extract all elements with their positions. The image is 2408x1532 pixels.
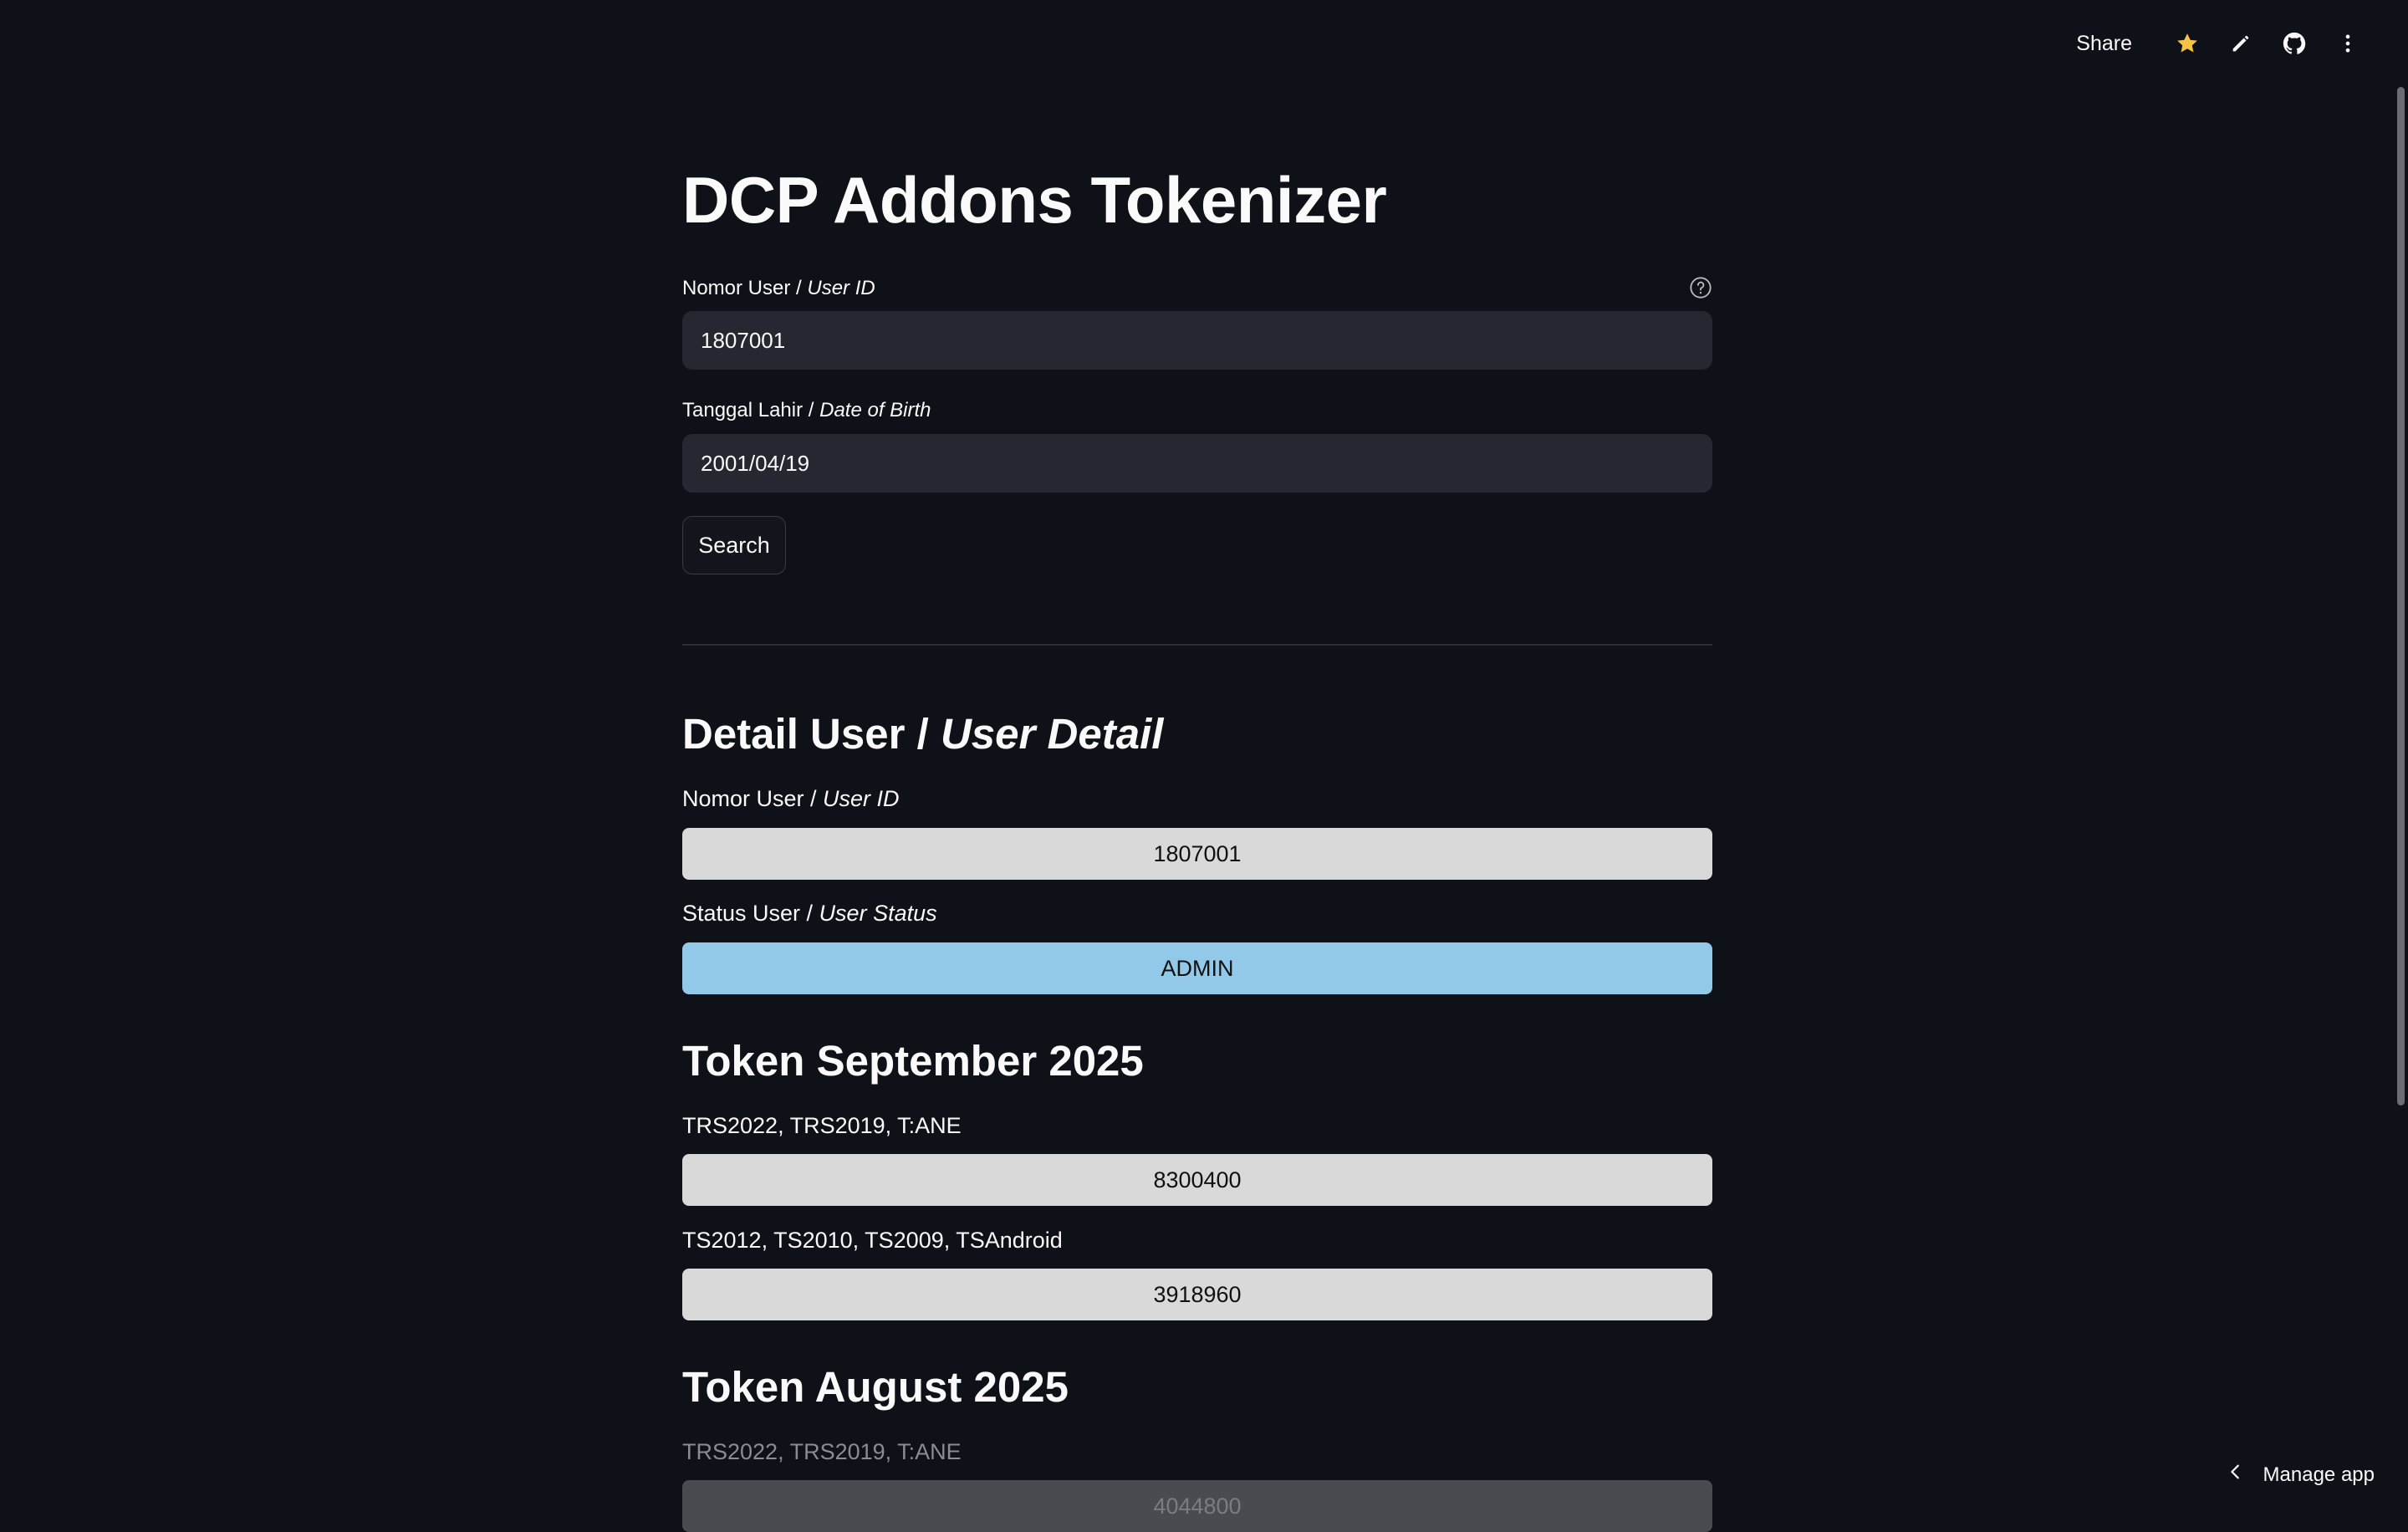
detail-user-id-value: 1807001 (682, 828, 1712, 880)
detail-user-id-label: Nomor User / User ID (682, 786, 900, 812)
user-id-label: Nomor User / User ID (682, 277, 875, 300)
token-heading-august: Token August 2025 (682, 1366, 1069, 1408)
dob-label: Tanggal Lahir / Date of Birth (682, 399, 931, 422)
divider (682, 644, 1712, 646)
status-label-en: User Status (819, 901, 937, 926)
token-label: TS2012, TS2010, TS2009, TSAndroid (682, 1228, 1063, 1254)
user-id-label-en: User ID (807, 277, 875, 299)
user-detail-heading-en: User Detail (941, 710, 1163, 758)
scrollbar-thumb[interactable] (2397, 87, 2405, 1106)
token-label: TRS2022, TRS2019, T:ANE (682, 1113, 962, 1139)
pencil-icon[interactable] (2214, 17, 2268, 70)
user-id-input[interactable] (682, 311, 1712, 370)
user-id-label-text: Nomor User / (682, 277, 807, 299)
dob-label-text: Tanggal Lahir / (682, 399, 819, 421)
token-heading-september: Token September 2025 (682, 1039, 1144, 1082)
detail-user-id-label-text: Nomor User / (682, 786, 823, 811)
user-detail-heading-text: Detail User / (682, 710, 941, 758)
manage-app-label: Manage app (2263, 1463, 2375, 1487)
dob-label-en: Date of Birth (819, 399, 931, 421)
token-value: 4044800 (682, 1480, 1712, 1532)
status-badge: ADMIN (682, 942, 1712, 994)
page-title: DCP Addons Tokenizer (682, 167, 1386, 232)
top-toolbar: Share (2076, 0, 2408, 87)
star-icon[interactable] (2161, 17, 2214, 70)
detail-user-id-label-en: User ID (823, 786, 900, 811)
more-vertical-icon[interactable] (2321, 17, 2375, 70)
token-value: 3918960 (682, 1269, 1712, 1320)
user-detail-heading: Detail User / User Detail (682, 712, 1163, 755)
token-value: 8300400 (682, 1154, 1712, 1206)
github-icon[interactable] (2268, 17, 2321, 70)
search-button[interactable]: Search (682, 516, 786, 574)
help-icon[interactable] (1689, 276, 1712, 299)
dob-input[interactable] (682, 434, 1712, 493)
chevron-left-icon (2227, 1463, 2245, 1487)
status-label-text: Status User / (682, 901, 819, 926)
scrollbar[interactable] (2395, 87, 2408, 1505)
share-button[interactable]: Share (2076, 32, 2132, 56)
token-label: TRS2022, TRS2019, T:ANE (682, 1439, 962, 1465)
status-label: Status User / User Status (682, 901, 937, 927)
manage-app-button[interactable]: Manage app (2227, 1463, 2375, 1487)
